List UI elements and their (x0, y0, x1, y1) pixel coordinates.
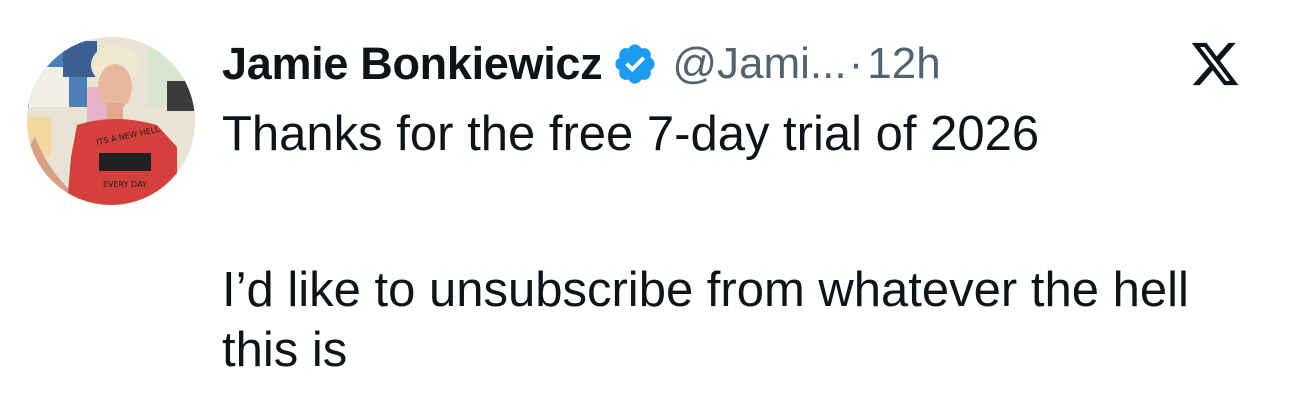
verified-badge-icon (612, 41, 658, 87)
avatar-photo: ITS A NEW HELL EVERY DAY (27, 37, 195, 205)
tweet-header: Jamie Bonkiewicz @Jami... · 12h (222, 34, 941, 94)
tweet-text-line: Thanks for the free 7-day trial of 2026 (222, 107, 1040, 161)
separator-dot: · (848, 39, 864, 88)
post-timestamp[interactable]: 12h (867, 39, 940, 89)
tweet-text: Thanks for the free 7-day trial of 2026 … (222, 104, 1272, 380)
tweet-card[interactable]: ITS A NEW HELL EVERY DAY Jamie Bonkiewic… (0, 0, 1290, 418)
author-display-name[interactable]: Jamie Bonkiewicz (222, 38, 603, 90)
x-logo-icon[interactable] (1188, 38, 1242, 90)
svg-text:EVERY DAY: EVERY DAY (103, 180, 147, 189)
tweet-text-line: I’d like to unsubscribe from whatever th… (222, 263, 1189, 377)
author-handle[interactable]: @Jami... (672, 39, 846, 89)
avatar[interactable]: ITS A NEW HELL EVERY DAY (27, 37, 195, 205)
